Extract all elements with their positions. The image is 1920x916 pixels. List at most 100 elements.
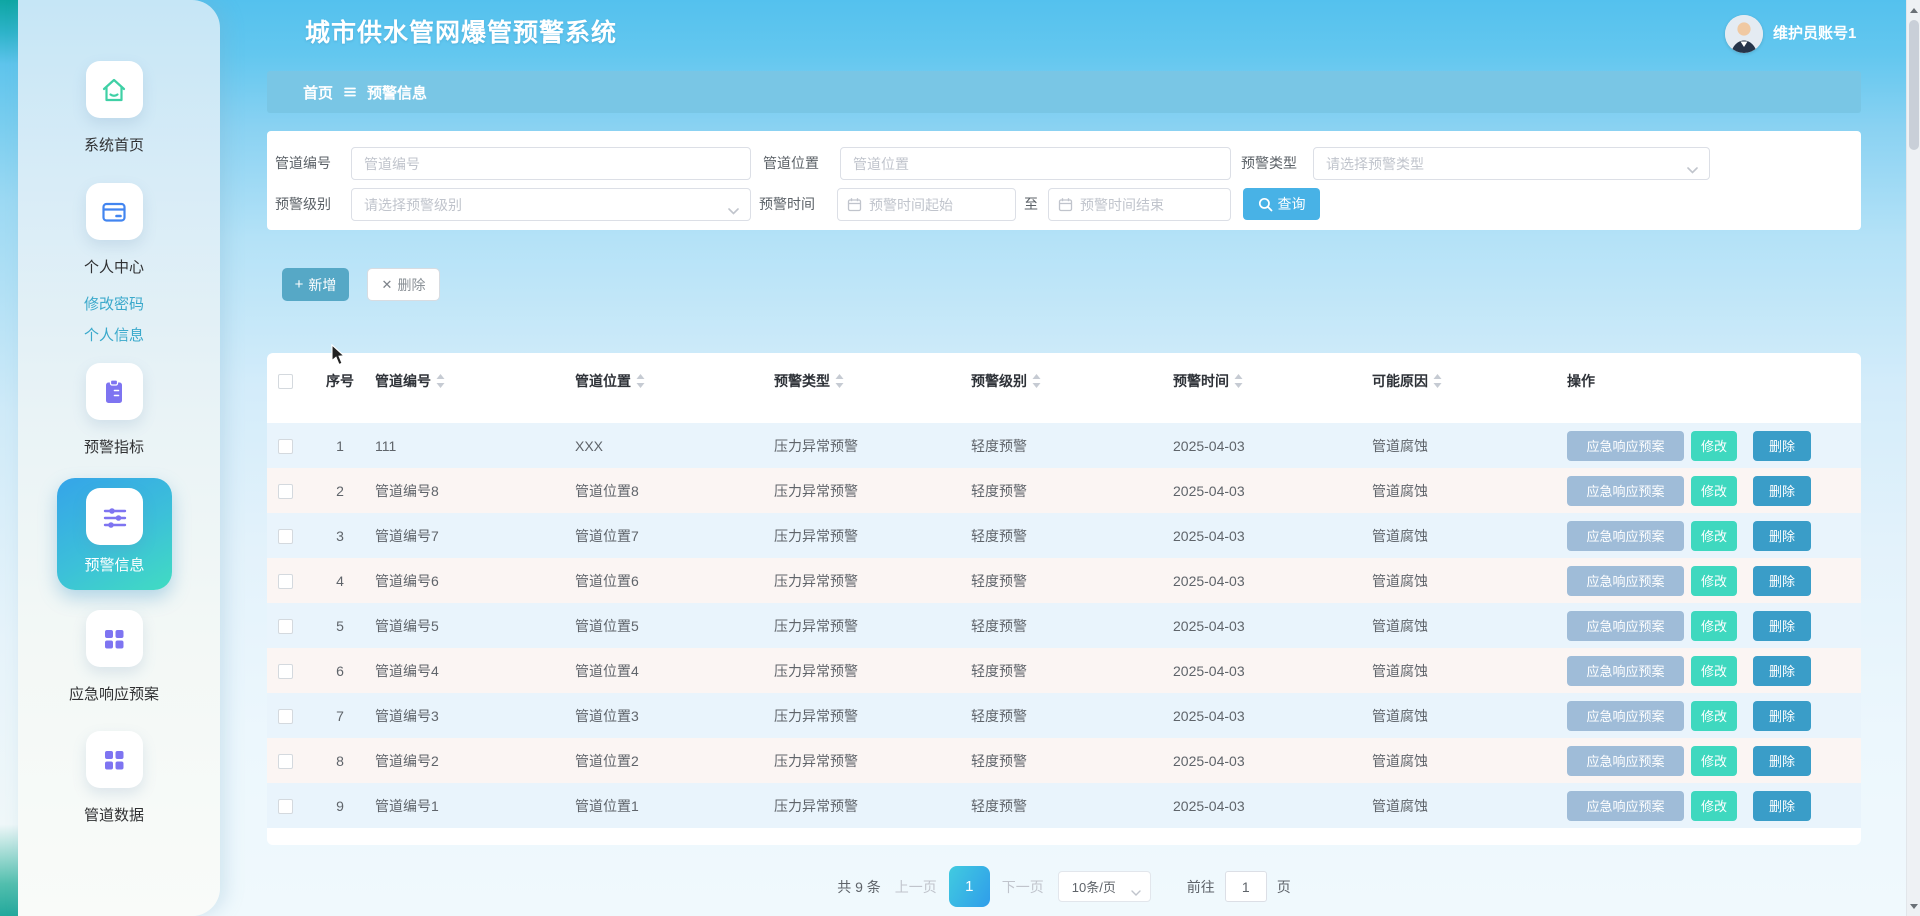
cell-time: 2025-04-03: [1167, 558, 1366, 603]
delete-row-button[interactable]: 删除: [1753, 701, 1811, 731]
column-header[interactable]: 可能原因: [1366, 353, 1553, 423]
emergency-plan-button[interactable]: 应急响应预案: [1567, 746, 1684, 776]
delete-row-button[interactable]: 删除: [1753, 611, 1811, 641]
column-header[interactable]: 预警级别: [965, 353, 1167, 423]
sidebar-item-profile-center[interactable]: 个人中心: [18, 183, 210, 277]
warning-time-start-input[interactable]: 预警时间起始: [837, 188, 1016, 221]
sort-caret-icon[interactable]: [635, 373, 646, 389]
cell-pipe_loc: 管道位置2: [569, 738, 768, 783]
cell-pipe_loc: 管道位置7: [569, 513, 768, 558]
edit-button[interactable]: 修改: [1691, 566, 1737, 596]
sidebar-link-profile-info[interactable]: 个人信息: [18, 324, 210, 345]
warning-level-select[interactable]: 请选择预警级别: [351, 188, 751, 221]
row-checkbox[interactable]: [278, 529, 293, 544]
emergency-plan-button[interactable]: 应急响应预案: [1567, 476, 1684, 506]
row-checkbox[interactable]: [278, 439, 293, 454]
row-checkbox[interactable]: [278, 709, 293, 724]
page-number-active[interactable]: 1: [949, 866, 990, 907]
delete-row-button[interactable]: 删除: [1753, 476, 1811, 506]
breadcrumb-home[interactable]: 首页: [303, 82, 333, 103]
edit-button[interactable]: 修改: [1691, 521, 1737, 551]
column-header[interactable]: 管道位置: [569, 353, 768, 423]
emergency-plan-button[interactable]: 应急响应预案: [1567, 566, 1684, 596]
sidebar-item-home[interactable]: 系统首页: [18, 61, 210, 155]
cell-pipe_no: 管道编号3: [369, 693, 569, 738]
emergency-plan-button[interactable]: 应急响应预案: [1567, 521, 1684, 551]
sort-caret-icon[interactable]: [1233, 373, 1244, 389]
emergency-plan-button[interactable]: 应急响应预案: [1567, 656, 1684, 686]
cell-time: 2025-04-03: [1167, 738, 1366, 783]
sort-caret-icon[interactable]: [1432, 373, 1443, 389]
emergency-plan-button[interactable]: 应急响应预案: [1567, 791, 1684, 821]
sort-caret-icon[interactable]: [834, 373, 845, 389]
sidebar-item-warning-info-active[interactable]: 预警信息: [57, 478, 172, 590]
row-checkbox[interactable]: [278, 619, 293, 634]
emergency-plan-button[interactable]: 应急响应预案: [1567, 611, 1684, 641]
warning-type-label: 预警类型: [1241, 147, 1297, 180]
add-button[interactable]: + 新增: [282, 268, 349, 301]
search-button[interactable]: 查询: [1243, 188, 1320, 220]
select-all-checkbox[interactable]: [278, 374, 293, 389]
column-header[interactable]: 预警时间: [1167, 353, 1366, 423]
column-header-label: 管道编号: [375, 371, 431, 391]
edit-button[interactable]: 修改: [1691, 611, 1737, 641]
username[interactable]: 维护员账号1: [1773, 22, 1856, 43]
cell-reason: 管道腐蚀: [1366, 738, 1553, 783]
sidebar-link-change-password[interactable]: 修改密码: [18, 293, 210, 314]
row-checkbox[interactable]: [278, 484, 293, 499]
scrollbar-thumb[interactable]: [1909, 20, 1919, 150]
delete-row-button[interactable]: 删除: [1753, 566, 1811, 596]
cell-pipe_no: 管道编号4: [369, 648, 569, 693]
edit-button[interactable]: 修改: [1691, 746, 1737, 776]
cell-type: 压力异常预警: [768, 558, 965, 603]
table-header-row: 序号管道编号管道位置预警类型预警级别预警时间可能原因操作: [267, 353, 1861, 423]
pipe-no-label: 管道编号: [275, 147, 331, 180]
scroll-down-icon[interactable]: [1907, 898, 1920, 914]
delete-row-button[interactable]: 删除: [1753, 431, 1811, 461]
edit-button[interactable]: 修改: [1691, 701, 1737, 731]
page-size-select[interactable]: 10条/页: [1058, 871, 1151, 902]
delete-button[interactable]: ✕ 删除: [367, 268, 440, 301]
sort-caret-icon[interactable]: [435, 373, 446, 389]
edit-button[interactable]: 修改: [1691, 431, 1737, 461]
warning-type-select[interactable]: 请选择预警类型: [1313, 147, 1710, 180]
edit-button[interactable]: 修改: [1691, 656, 1737, 686]
sidebar-item-emergency-plan[interactable]: 应急响应预案: [18, 610, 210, 704]
column-header[interactable]: 预警类型: [768, 353, 965, 423]
cell-no: 8: [311, 738, 369, 783]
pipe-loc-input[interactable]: [840, 147, 1231, 180]
delete-row-button[interactable]: 删除: [1753, 791, 1811, 821]
next-page-button[interactable]: 下一页: [1002, 877, 1044, 897]
grid-icon: [86, 610, 143, 667]
row-checkbox[interactable]: [278, 799, 293, 814]
row-checkbox[interactable]: [278, 754, 293, 769]
edit-button[interactable]: 修改: [1691, 476, 1737, 506]
scroll-up-icon[interactable]: [1907, 2, 1920, 18]
sidebar-item-label: 预警信息: [57, 554, 172, 575]
add-button-label: 新增: [308, 275, 336, 295]
sidebar: 系统首页 个人中心 修改密码 个人信息 预警指标: [18, 0, 220, 916]
sidebar-item-pipeline-data[interactable]: 管道数据: [18, 731, 210, 825]
warning-time-end-input[interactable]: 预警时间结束: [1048, 188, 1231, 221]
pipe-no-input[interactable]: [351, 147, 751, 180]
search-icon: [1258, 197, 1273, 212]
delete-row-button[interactable]: 删除: [1753, 521, 1811, 551]
sort-caret-icon[interactable]: [1031, 373, 1042, 389]
cell-reason: 管道腐蚀: [1366, 513, 1553, 558]
prev-page-button[interactable]: 上一页: [895, 877, 937, 897]
delete-row-button[interactable]: 删除: [1753, 746, 1811, 776]
sliders-icon: [86, 488, 143, 545]
cell-level: 轻度预警: [965, 513, 1167, 558]
sidebar-item-warning-indicators[interactable]: 预警指标: [18, 363, 210, 457]
avatar[interactable]: [1725, 15, 1763, 53]
column-header-label: 序号: [326, 371, 354, 391]
scrollbar-track[interactable]: [1906, 0, 1920, 916]
emergency-plan-button[interactable]: 应急响应预案: [1567, 431, 1684, 461]
emergency-plan-button[interactable]: 应急响应预案: [1567, 701, 1684, 731]
goto-page-input[interactable]: [1225, 871, 1267, 902]
delete-row-button[interactable]: 删除: [1753, 656, 1811, 686]
column-header[interactable]: 管道编号: [369, 353, 569, 423]
row-checkbox[interactable]: [278, 574, 293, 589]
row-checkbox[interactable]: [278, 664, 293, 679]
edit-button[interactable]: 修改: [1691, 791, 1737, 821]
